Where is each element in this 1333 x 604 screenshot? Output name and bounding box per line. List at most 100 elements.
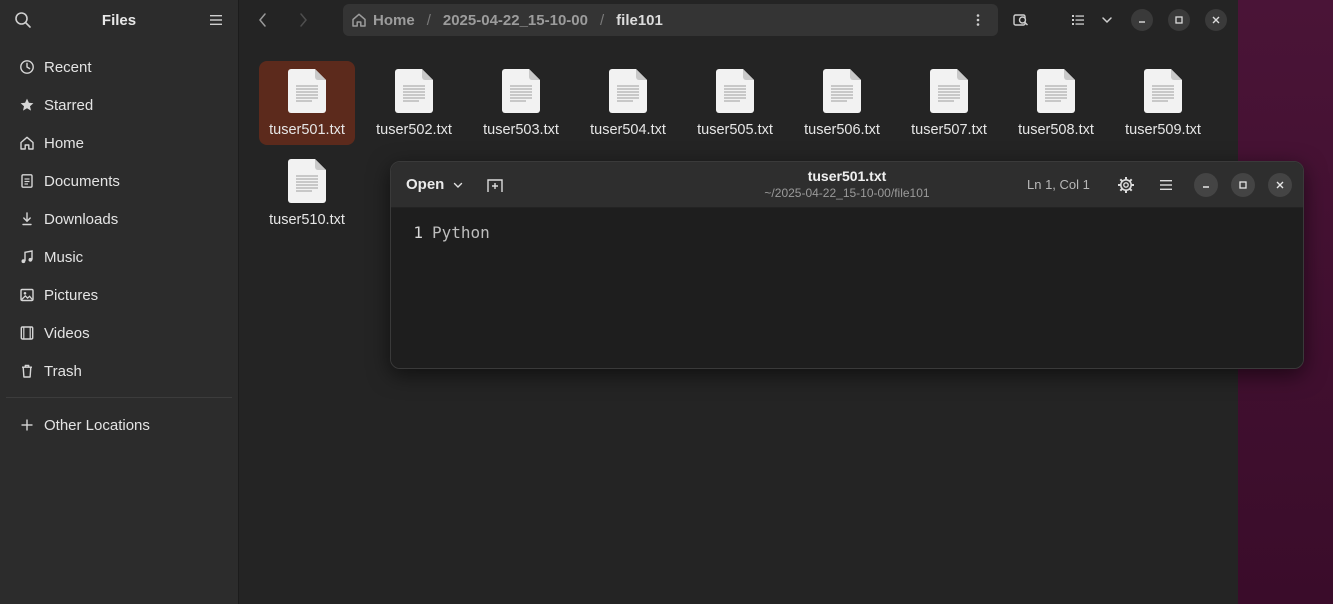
sidebar-item-home[interactable]: Home — [0, 124, 238, 162]
open-label: Open — [406, 175, 445, 193]
music-icon — [18, 248, 36, 266]
sidebar-item-label: Starred — [44, 96, 94, 114]
chevron-down-icon — [452, 178, 464, 190]
text-file-icon — [395, 69, 433, 113]
sidebar-item-other-locations[interactable]: Other Locations — [0, 406, 238, 444]
open-button[interactable]: Open — [399, 169, 471, 199]
file-name: tuser507.txt — [911, 122, 987, 138]
sidebar-header: Files — [0, 0, 238, 40]
hamburger-menu-icon[interactable] — [208, 12, 224, 28]
document-icon — [18, 172, 36, 190]
file-item[interactable]: tuser509.txt — [1115, 61, 1211, 145]
files-headerbar: Home / 2025-04-22_15-10-00 / file101 — [239, 0, 1238, 40]
file-name: tuser504.txt — [590, 122, 666, 138]
file-name: tuser506.txt — [804, 122, 880, 138]
text-file-icon — [609, 69, 647, 113]
close-icon[interactable] — [1268, 173, 1292, 197]
text-line[interactable]: Python — [432, 223, 490, 242]
text-file-icon — [288, 159, 326, 203]
text-file-icon — [1037, 69, 1075, 113]
minimize-icon[interactable] — [1131, 9, 1153, 31]
editor-headerbar: Open tuser501.txt ~/2025-04-22_15-10-00/… — [391, 162, 1303, 208]
breadcrumb-label: file101 — [616, 11, 663, 29]
sidebar-item-label: Pictures — [44, 286, 99, 304]
trash-icon — [18, 362, 36, 380]
editor-text-area[interactable]: 1 Python — [391, 208, 1303, 368]
sidebar-item-label: Music — [44, 248, 84, 266]
sidebar-item-trash[interactable]: Trash — [0, 352, 238, 390]
home-icon — [18, 134, 36, 152]
file-name: tuser510.txt — [269, 212, 345, 228]
breadcrumb-label: 2025-04-22_15-10-00 — [442, 11, 588, 29]
clock-icon — [18, 58, 36, 76]
sidebar-item-label: Videos — [44, 324, 90, 342]
star-icon — [18, 96, 36, 114]
text-file-icon — [930, 69, 968, 113]
maximize-icon[interactable] — [1168, 9, 1190, 31]
sidebar-item-music[interactable]: Music — [0, 238, 238, 276]
list-view-icon[interactable] — [1068, 10, 1088, 30]
file-item[interactable]: tuser502.txt — [366, 61, 462, 145]
sidebar: Files Recent Starred Home Documents Down… — [0, 0, 239, 604]
chevron-down-icon[interactable] — [1097, 10, 1117, 30]
sidebar-item-starred[interactable]: Starred — [0, 86, 238, 124]
file-item[interactable]: tuser507.txt — [901, 61, 997, 145]
plus-icon — [18, 416, 36, 434]
file-name: tuser505.txt — [697, 122, 773, 138]
close-icon[interactable] — [1205, 9, 1227, 31]
file-item[interactable]: tuser503.txt — [473, 61, 569, 145]
breadcrumb-separator: / — [599, 11, 605, 29]
sidebar-item-videos[interactable]: Videos — [0, 314, 238, 352]
app-title: Files — [101, 12, 137, 29]
file-item[interactable]: tuser504.txt — [580, 61, 676, 145]
breadcrumb-separator: / — [426, 11, 431, 29]
cursor-position[interactable]: Ln 1, Col 1 — [1027, 177, 1090, 192]
download-icon — [18, 210, 36, 228]
file-item[interactable]: tuser506.txt — [794, 61, 890, 145]
sidebar-item-label: Recent — [44, 58, 92, 76]
search-files-icon[interactable] — [1011, 10, 1031, 30]
text-file-icon — [502, 69, 540, 113]
sidebar-item-documents[interactable]: Documents — [0, 162, 238, 200]
video-icon — [18, 324, 36, 342]
sidebar-item-label: Documents — [44, 172, 120, 190]
settings-gear-icon[interactable] — [1116, 175, 1136, 195]
sidebar-item-label: Other Locations — [44, 416, 150, 434]
file-item[interactable]: tuser501.txt — [259, 61, 355, 145]
breadcrumb-folder[interactable]: 2025-04-22_15-10-00 — [435, 4, 596, 36]
document-title: tuser501.txt — [807, 168, 887, 184]
sidebar-item-recent[interactable]: Recent — [0, 48, 238, 86]
text-file-icon — [716, 69, 754, 113]
text-file-icon — [823, 69, 861, 113]
sidebar-item-downloads[interactable]: Downloads — [0, 200, 238, 238]
sidebar-separator — [6, 397, 232, 398]
minimize-icon[interactable] — [1194, 173, 1218, 197]
file-name: tuser502.txt — [376, 122, 452, 138]
maximize-icon[interactable] — [1231, 173, 1255, 197]
file-item[interactable]: tuser508.txt — [1008, 61, 1104, 145]
line-number: 1 — [413, 223, 423, 242]
sidebar-item-label: Trash — [44, 362, 82, 380]
forward-arrow-icon[interactable] — [295, 10, 311, 30]
text-file-icon — [1144, 69, 1182, 113]
breadcrumb-current[interactable]: file101 — [608, 4, 671, 36]
hamburger-menu-icon[interactable] — [1156, 175, 1176, 195]
new-tab-icon[interactable] — [485, 176, 505, 194]
breadcrumb-home[interactable]: Home — [343, 4, 423, 36]
document-path: ~/2025-04-22_15-10-00/file101 — [764, 186, 930, 200]
file-item[interactable]: tuser510.txt — [259, 151, 355, 235]
text-editor-window: Open tuser501.txt ~/2025-04-22_15-10-00/… — [390, 161, 1304, 369]
picture-icon — [18, 286, 36, 304]
back-arrow-icon[interactable] — [255, 10, 271, 30]
file-item[interactable]: tuser505.txt — [687, 61, 783, 145]
more-vertical-icon[interactable] — [970, 12, 986, 28]
sidebar-item-label: Home — [44, 134, 85, 152]
sidebar-item-label: Downloads — [44, 210, 119, 228]
file-name: tuser509.txt — [1125, 122, 1201, 138]
file-name: tuser503.txt — [483, 122, 559, 138]
text-file-icon — [288, 69, 326, 113]
file-name: tuser508.txt — [1018, 122, 1094, 138]
places-list: Recent Starred Home Documents Downloads … — [0, 48, 238, 390]
sidebar-item-pictures[interactable]: Pictures — [0, 276, 238, 314]
breadcrumb-label: Home — [373, 11, 415, 29]
